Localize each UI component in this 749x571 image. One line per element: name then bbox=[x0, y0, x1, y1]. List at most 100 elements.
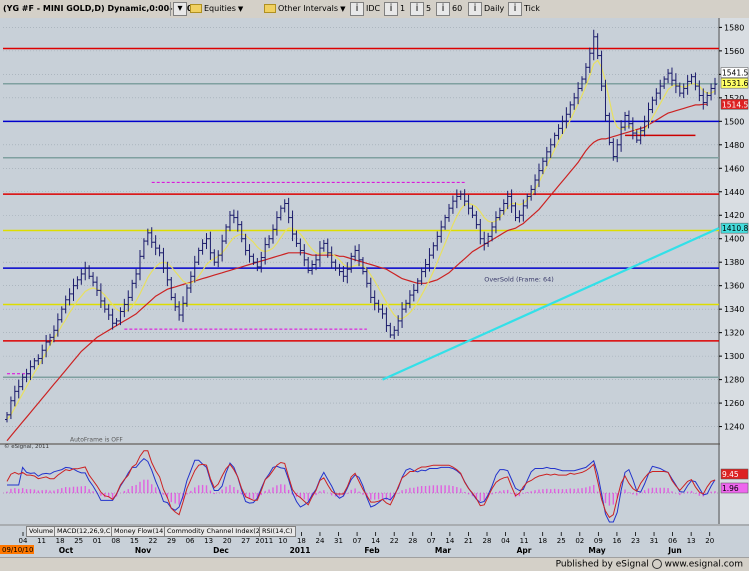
x-day-label: 10 bbox=[278, 537, 287, 545]
x-day-label: 18 bbox=[538, 537, 547, 545]
x-day-label: 01 bbox=[93, 537, 102, 545]
x-month-label: Jun bbox=[667, 546, 681, 555]
info-icon[interactable]: i bbox=[350, 2, 364, 16]
folder-icon bbox=[264, 4, 276, 13]
price-tick-label: 1240 bbox=[724, 423, 744, 432]
annotation-label: OverSold (Frame: 64) bbox=[484, 276, 554, 284]
x-day-label: 23 bbox=[631, 537, 640, 545]
x-day-label: 20 bbox=[223, 537, 232, 545]
tab-macd[interactable]: MACD(12,26,9,C) bbox=[54, 526, 116, 537]
x-day-label: 09 bbox=[594, 537, 603, 545]
indicator-tabs: Volume MACD(12,26,9,C) Money Flow(14) Co… bbox=[0, 526, 749, 537]
price-tick-label: 1500 bbox=[724, 117, 744, 126]
tab-money-flow[interactable]: Money Flow(14) bbox=[111, 526, 169, 537]
info-icon[interactable]: i bbox=[508, 2, 522, 16]
x-day-label: 07 bbox=[427, 537, 436, 545]
x-day-label: 28 bbox=[483, 537, 492, 545]
x-day-label: 14 bbox=[445, 537, 454, 545]
interval-tick-button[interactable]: Tick bbox=[524, 3, 540, 15]
dropdown-arrow-icon: ▼ bbox=[340, 5, 346, 13]
symbol-title: (YG #F - MINI GOLD,D) Dynamic,0:00-24:00 bbox=[3, 4, 198, 13]
price-tick-label: 1340 bbox=[724, 305, 744, 314]
x-day-label: 16 bbox=[612, 537, 621, 545]
price-badge-label: 1531.6 bbox=[722, 79, 748, 88]
x-month-label: Feb bbox=[364, 546, 380, 555]
chart-window: (YG #F - MINI GOLD,D) Dynamic,0:00-24:00… bbox=[0, 0, 749, 571]
equities-label: Equities bbox=[204, 4, 236, 13]
x-day-label: 08 bbox=[111, 537, 120, 545]
x-month-label: 2011 bbox=[290, 546, 311, 555]
price-tick-label: 1280 bbox=[724, 376, 744, 385]
price-tick-label: 1560 bbox=[724, 47, 744, 56]
price-badge-label: 1541.5 bbox=[722, 69, 748, 78]
price-tick-label: 1420 bbox=[724, 211, 744, 220]
x-day-label: 13 bbox=[687, 537, 696, 545]
x-day-label: 14 bbox=[371, 537, 380, 545]
x-month-label: Nov bbox=[135, 546, 151, 555]
x-day-label: 2011 bbox=[255, 537, 273, 545]
price-badge-label: 1410.8 bbox=[722, 224, 748, 233]
x-day-label: 04 bbox=[501, 537, 510, 545]
toolbar: (YG #F - MINI GOLD,D) Dynamic,0:00-24:00… bbox=[0, 0, 749, 19]
tab-rsi[interactable]: RSI(14,C) bbox=[259, 526, 296, 537]
equities-menu[interactable]: Equities ▼ bbox=[190, 3, 243, 15]
esignal-logo-icon bbox=[651, 559, 662, 569]
interval-1-button[interactable]: 1 bbox=[400, 3, 405, 15]
status-bar: Published by eSignal www.esignal.com bbox=[0, 557, 749, 571]
price-tick-label: 1320 bbox=[724, 329, 744, 338]
interval-daily-button[interactable]: Daily bbox=[484, 3, 504, 15]
x-day-label: 11 bbox=[520, 537, 529, 545]
x-month-label: Apr bbox=[517, 546, 532, 555]
price-tick-label: 1300 bbox=[724, 352, 744, 361]
interval-5-button[interactable]: 5 bbox=[426, 3, 431, 15]
published-label: Published by eSignal bbox=[555, 559, 649, 570]
price-tick-label: 1460 bbox=[724, 164, 744, 173]
x-day-label: 13 bbox=[204, 537, 213, 545]
price-tick-label: 1260 bbox=[724, 399, 744, 408]
x-month-label: Oct bbox=[59, 546, 74, 555]
price-tick-label: 1440 bbox=[724, 188, 744, 197]
price-tick-label: 1580 bbox=[724, 23, 744, 32]
x-day-label: 21 bbox=[464, 537, 473, 545]
x-day-label: 29 bbox=[167, 537, 176, 545]
info-icon[interactable]: i bbox=[468, 2, 482, 16]
x-day-label: 06 bbox=[186, 537, 195, 545]
other-intervals-label: Other Intervals bbox=[278, 4, 339, 13]
x-day-label: 11 bbox=[37, 537, 46, 545]
autoframe-label: AutoFrame is OFF bbox=[70, 436, 123, 443]
folder-icon bbox=[190, 4, 202, 13]
info-icon[interactable]: i bbox=[410, 2, 424, 16]
x-day-label: 18 bbox=[297, 537, 306, 545]
x-day-label: 18 bbox=[56, 537, 65, 545]
price-tick-label: 1360 bbox=[724, 282, 744, 291]
indicator-badge-label: 9.45 bbox=[722, 470, 739, 479]
tab-volume[interactable]: Volume bbox=[26, 526, 57, 537]
x-day-label: 22 bbox=[148, 537, 157, 545]
chevron-down-icon[interactable]: ▾ bbox=[173, 2, 187, 16]
x-day-label: 22 bbox=[390, 537, 399, 545]
published-by: Published by eSignal www.esignal.com bbox=[556, 559, 743, 570]
x-month-label: Dec bbox=[213, 546, 229, 555]
site-label: www.esignal.com bbox=[664, 559, 743, 570]
toolbar-separator bbox=[170, 2, 171, 16]
info-icon[interactable]: i bbox=[384, 2, 398, 16]
x-day-label: 31 bbox=[650, 537, 659, 545]
x-day-label: 07 bbox=[353, 537, 362, 545]
x-month-label: May bbox=[588, 546, 605, 555]
x-day-label: 24 bbox=[315, 537, 324, 545]
other-intervals-menu[interactable]: Other Intervals ▼ bbox=[264, 3, 345, 15]
x-day-label: 02 bbox=[575, 537, 584, 545]
info-icon[interactable]: i bbox=[436, 2, 450, 16]
x-day-label: 25 bbox=[557, 537, 566, 545]
indicator-badge-label: 1.96 bbox=[722, 484, 739, 493]
price-chart[interactable]: 1240126012801300132013401360138014001420… bbox=[0, 18, 749, 557]
start-date-label: 09/10/10 bbox=[2, 546, 33, 554]
price-tick-label: 1380 bbox=[724, 258, 744, 267]
copyright-label: © eSignal, 2011 bbox=[4, 443, 49, 450]
price-badge-label: 1514.5 bbox=[722, 100, 748, 109]
idc-button[interactable]: IDC bbox=[366, 3, 380, 15]
interval-60-button[interactable]: 60 bbox=[452, 3, 462, 15]
x-day-label: 25 bbox=[74, 537, 83, 545]
dropdown-arrow-icon: ▼ bbox=[237, 5, 244, 13]
x-day-label: 04 bbox=[19, 537, 28, 545]
